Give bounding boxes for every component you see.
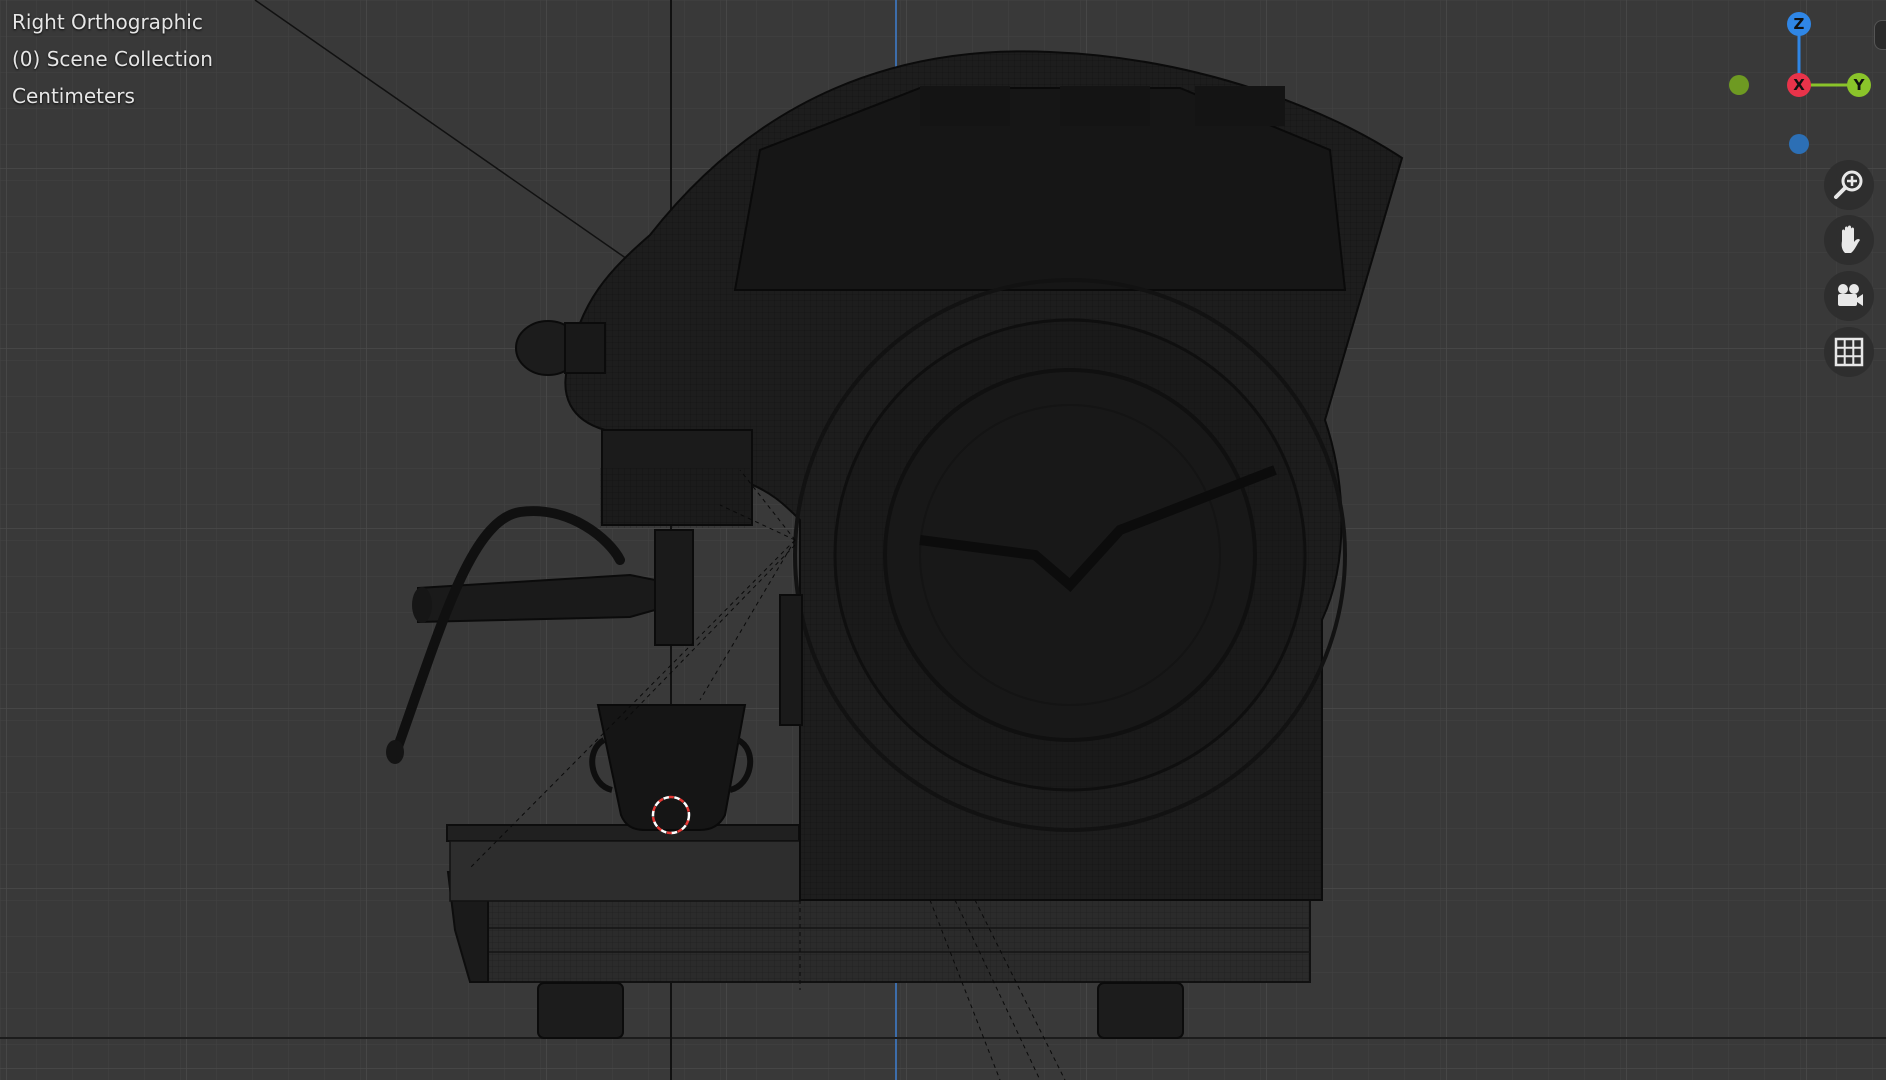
scene-canvas[interactable] xyxy=(0,0,1886,1080)
gizmo-neg-z-axis[interactable] xyxy=(1789,134,1809,154)
view-name: Right Orthographic xyxy=(12,10,203,34)
gizmo-y-axis[interactable]: Y xyxy=(1847,73,1871,97)
toggle-perspective-button[interactable] xyxy=(1824,327,1874,377)
sidebar-toggle-tab[interactable] xyxy=(1874,20,1886,50)
foot-right xyxy=(1097,982,1184,1039)
unit-label: Centimeters xyxy=(12,84,135,108)
gizmo-z-axis[interactable]: Z xyxy=(1787,12,1811,36)
camera-icon xyxy=(1838,284,1863,306)
gizmo-neg-y-axis[interactable] xyxy=(1729,75,1749,95)
pan-button[interactable] xyxy=(1824,215,1874,265)
hand-pan-icon xyxy=(1841,225,1860,253)
espresso-cup xyxy=(596,704,747,831)
camera-view-button[interactable] xyxy=(1824,271,1874,321)
3d-viewport[interactable]: Right Orthographic (0) Scene Collection … xyxy=(0,0,1886,1080)
foot-left xyxy=(537,982,624,1039)
collection-name: (0) Scene Collection xyxy=(12,47,213,71)
zoom-button[interactable] xyxy=(1824,160,1874,210)
zoom-icon xyxy=(1834,170,1863,199)
gizmo-x-axis[interactable]: X xyxy=(1787,73,1811,97)
grid-icon xyxy=(1834,337,1864,367)
navigation-gizmo[interactable]: Z X Y xyxy=(1720,8,1880,158)
